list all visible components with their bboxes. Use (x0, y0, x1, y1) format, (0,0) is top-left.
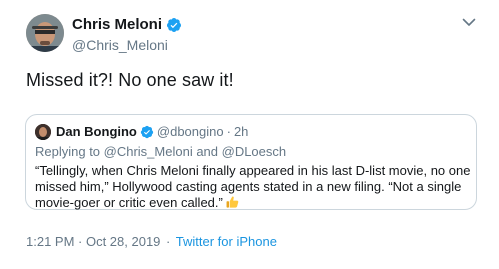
quoted-author-handle: @dbongino (156, 124, 224, 139)
author-name-row: Chris Meloni (72, 16, 182, 33)
quoted-author-avatar (35, 124, 51, 140)
tweet-card: Chris Meloni @Chris_Meloni Missed it?! N… (0, 0, 499, 269)
meta-separator: · (166, 234, 171, 249)
quoted-timestamp: 2h (233, 124, 249, 139)
verified-badge-icon (140, 125, 154, 138)
quoted-avatar-image (35, 124, 51, 140)
quoted-body: “Tellingly, when Chris Meloni finally ap… (35, 163, 471, 210)
quoted-author-name: Dan Bongino (56, 124, 137, 139)
author-avatar[interactable] (26, 14, 64, 52)
thumbs-up-emoji-icon (226, 196, 239, 208)
author-handle[interactable]: @Chris_Meloni (72, 37, 182, 53)
verified-badge-icon (167, 17, 182, 32)
quoted-body-wrapper: “Tellingly, when Chris Meloni finally ap… (35, 163, 471, 211)
tweet-meta: 1:21 PM · Oct 28, 2019 · Twitter for iPh… (26, 234, 277, 249)
tweet-timestamp[interactable]: 1:21 PM · Oct 28, 2019 (26, 234, 160, 249)
quoted-tweet[interactable]: Dan Bongino @dbongino · 2h Replying to @… (25, 114, 477, 210)
quoted-separator: · (226, 124, 231, 139)
tweet-source-link[interactable]: Twitter for iPhone (176, 234, 277, 249)
chevron-down-icon[interactable] (461, 14, 477, 30)
tweet-text: Missed it?! No one saw it! (26, 70, 234, 90)
author-name[interactable]: Chris Meloni (72, 16, 162, 33)
author-block: Chris Meloni @Chris_Meloni (72, 16, 182, 53)
quoted-header: Dan Bongino @dbongino · 2h (56, 124, 248, 139)
avatar-image (26, 14, 64, 52)
quoted-reply-context: Replying to @Chris_Meloni and @DLoesch (35, 144, 287, 159)
